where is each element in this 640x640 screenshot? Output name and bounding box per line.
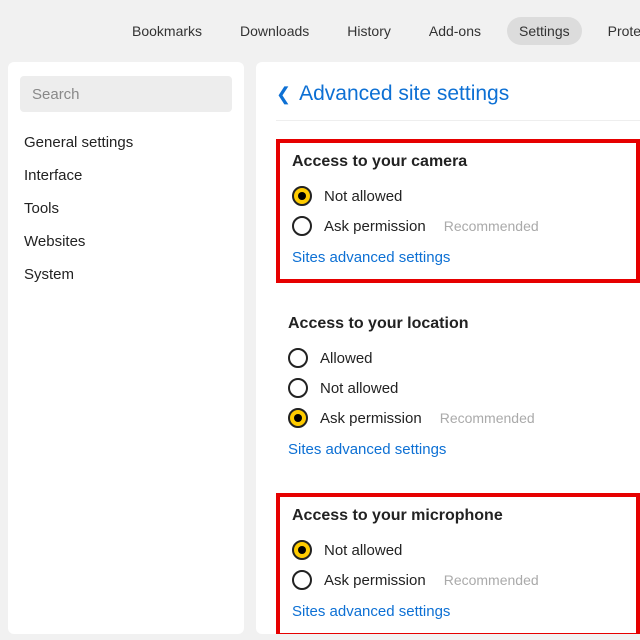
radio-label: Ask permission (324, 572, 426, 589)
sidebar-item-websites[interactable]: Websites (20, 225, 232, 258)
recommended-label: Recommended (444, 218, 539, 234)
radio-icon[interactable] (292, 186, 312, 206)
main-panel: ❮ Advanced site settings Access to your … (256, 62, 640, 634)
recommended-label: Recommended (440, 410, 535, 426)
layout: General settingsInterfaceToolsWebsitesSy… (0, 62, 640, 634)
sidebar-item-system[interactable]: System (20, 258, 232, 291)
sidebar-item-interface[interactable]: Interface (20, 159, 232, 192)
section-title: Access to your camera (292, 153, 624, 171)
page-title-row: ❮ Advanced site settings (276, 82, 640, 121)
sites-advanced-settings-link[interactable]: Sites advanced settings (292, 249, 450, 266)
radio-label: Ask permission (320, 410, 422, 427)
tab-history[interactable]: History (335, 17, 403, 45)
radio-icon[interactable] (292, 540, 312, 560)
tab-bookmarks[interactable]: Bookmarks (120, 17, 214, 45)
search-input[interactable] (20, 76, 232, 112)
radio-icon[interactable] (288, 348, 308, 368)
radio-icon[interactable] (288, 378, 308, 398)
sites-advanced-settings-link[interactable]: Sites advanced settings (292, 603, 450, 620)
tab-add-ons[interactable]: Add-ons (417, 17, 493, 45)
radio-option[interactable]: Not allowed (292, 535, 624, 565)
radio-option[interactable]: Not allowed (292, 181, 624, 211)
radio-label: Not allowed (320, 380, 398, 397)
radio-icon[interactable] (288, 408, 308, 428)
section-1: Access to your location Allowed Not allowe… (276, 305, 640, 471)
section-title: Access to your location (288, 315, 628, 333)
section-2: Access to your microphone Not allowed Ask … (276, 493, 640, 634)
tab-settings[interactable]: Settings (507, 17, 582, 45)
radio-option[interactable]: Ask permission Recommended (292, 211, 624, 241)
sidebar-item-general-settings[interactable]: General settings (20, 126, 232, 159)
radio-option[interactable]: Ask permission Recommended (288, 403, 628, 433)
radio-icon[interactable] (292, 570, 312, 590)
section-title: Access to your microphone (292, 507, 624, 525)
back-chevron-icon[interactable]: ❮ (276, 84, 293, 105)
radio-label: Not allowed (324, 188, 402, 205)
page-title: Advanced site settings (299, 82, 509, 106)
radio-label: Allowed (320, 350, 373, 367)
radio-option[interactable]: Not allowed (288, 373, 628, 403)
sidebar: General settingsInterfaceToolsWebsitesSy… (8, 62, 244, 634)
radio-option[interactable]: Allowed (288, 343, 628, 373)
radio-option[interactable]: Ask permission Recommended (292, 565, 624, 595)
topbar: Bookmarks Downloads History Add-ons Settings… (0, 0, 640, 62)
tab-protect[interactable]: Protect (596, 17, 640, 45)
radio-label: Not allowed (324, 542, 402, 559)
sites-advanced-settings-link[interactable]: Sites advanced settings (288, 441, 446, 458)
radio-icon[interactable] (292, 216, 312, 236)
sidebar-item-tools[interactable]: Tools (20, 192, 232, 225)
recommended-label: Recommended (444, 572, 539, 588)
section-0: Access to your camera Not allowed Ask perm… (276, 139, 640, 283)
radio-label: Ask permission (324, 218, 426, 235)
tab-downloads[interactable]: Downloads (228, 17, 321, 45)
